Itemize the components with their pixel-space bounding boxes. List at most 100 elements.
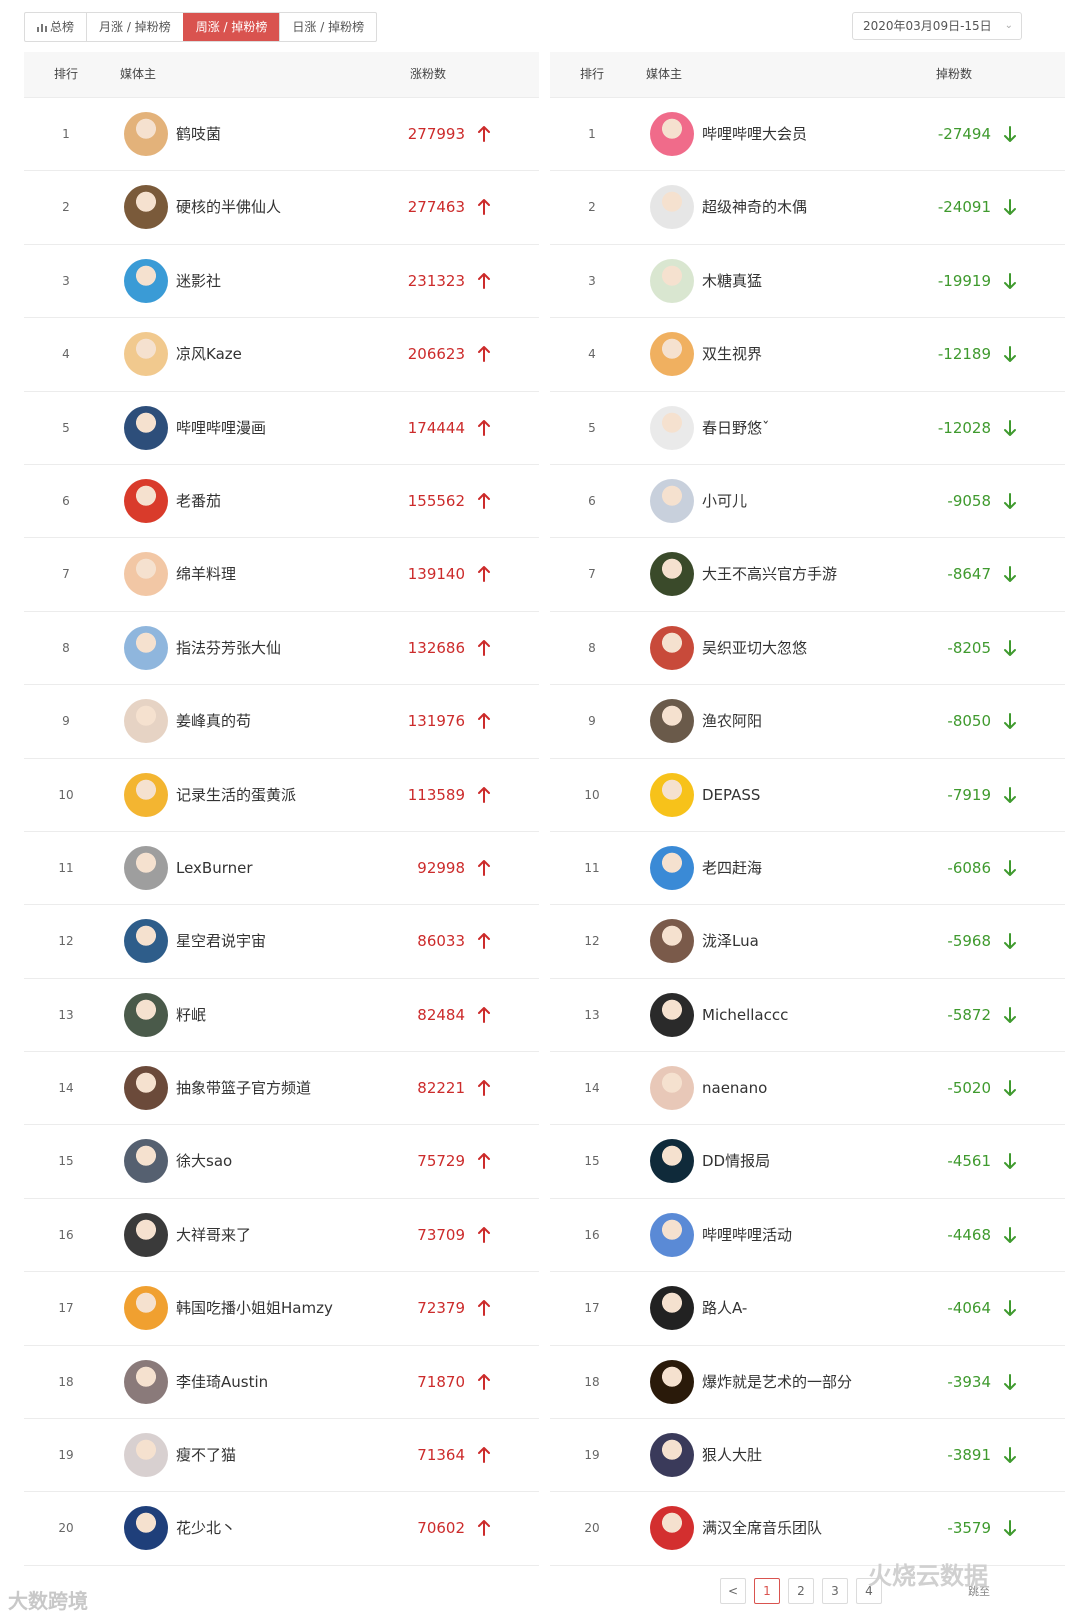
creator-name[interactable]: 泷泽Lua bbox=[702, 905, 759, 977]
table-row[interactable]: 14 抽象带篮子官方频道 82221 bbox=[24, 1052, 539, 1126]
creator-name[interactable]: 凉风Kaze bbox=[176, 318, 242, 390]
table-row[interactable]: 4 双生视界 -12189 bbox=[550, 318, 1065, 392]
table-row[interactable]: 13 Michellaccc -5872 bbox=[550, 979, 1065, 1053]
avatar[interactable] bbox=[124, 1433, 168, 1478]
table-row[interactable]: 18 李佳琦Austin 71870 bbox=[24, 1346, 539, 1420]
avatar[interactable] bbox=[650, 1212, 694, 1257]
table-row[interactable]: 14 naenano -5020 bbox=[550, 1052, 1065, 1126]
creator-name[interactable]: 记录生活的蛋黄派 bbox=[176, 759, 296, 831]
creator-name[interactable]: 李佳琦Austin bbox=[176, 1346, 268, 1418]
table-row[interactable]: 12 星空君说宇宙 86033 bbox=[24, 905, 539, 979]
creator-name[interactable]: 星空君说宇宙 bbox=[176, 905, 266, 977]
avatar[interactable] bbox=[650, 552, 694, 597]
table-row[interactable]: 11 老四赶海 -6086 bbox=[550, 832, 1065, 906]
table-row[interactable]: 13 籽岷 82484 bbox=[24, 979, 539, 1053]
creator-name[interactable]: 硬核的半佛仙人 bbox=[176, 171, 281, 243]
table-row[interactable]: 19 狠人大肚 -3891 bbox=[550, 1419, 1065, 1493]
table-row[interactable]: 3 木糖真猛 -19919 bbox=[550, 245, 1065, 319]
avatar[interactable] bbox=[124, 1506, 168, 1551]
creator-name[interactable]: 籽岷 bbox=[176, 979, 206, 1051]
avatar[interactable] bbox=[650, 845, 694, 890]
page-button[interactable]: 2 bbox=[788, 1578, 814, 1604]
avatar[interactable] bbox=[124, 845, 168, 890]
table-row[interactable]: 15 DD情报局 -4561 bbox=[550, 1125, 1065, 1199]
table-row[interactable]: 7 绵羊料理 139140 bbox=[24, 538, 539, 612]
creator-name[interactable]: 哔哩哔哩漫画 bbox=[176, 392, 266, 464]
avatar[interactable] bbox=[650, 112, 694, 156]
table-row[interactable]: 9 渔农阿阳 -8050 bbox=[550, 685, 1065, 759]
avatar[interactable] bbox=[650, 1139, 694, 1184]
creator-name[interactable]: 木糖真猛 bbox=[702, 245, 762, 317]
table-row[interactable]: 18 爆炸就是艺术的一部分 -3934 bbox=[550, 1346, 1065, 1420]
table-row[interactable]: 10 记录生活的蛋黄派 113589 bbox=[24, 759, 539, 832]
table-row[interactable]: 8 吴织亚切大忽悠 -8205 bbox=[550, 612, 1065, 686]
avatar[interactable] bbox=[124, 185, 168, 230]
avatar[interactable] bbox=[124, 112, 168, 156]
avatar[interactable] bbox=[124, 1139, 168, 1184]
avatar[interactable] bbox=[124, 478, 168, 523]
creator-name[interactable]: 哔哩哔哩活动 bbox=[702, 1199, 792, 1271]
tab-total[interactable]: 总榜 bbox=[25, 13, 86, 41]
avatar[interactable] bbox=[124, 1359, 168, 1404]
creator-name[interactable]: 老番茄 bbox=[176, 465, 221, 537]
creator-name[interactable]: 老四赶海 bbox=[702, 832, 762, 904]
creator-name[interactable]: DEPASS bbox=[702, 759, 760, 831]
avatar[interactable] bbox=[124, 919, 168, 964]
page-button[interactable]: 1 bbox=[754, 1578, 780, 1604]
tab-monthly[interactable]: 月涨 / 掉粉榜 bbox=[86, 13, 183, 41]
creator-name[interactable]: 爆炸就是艺术的一部分 bbox=[702, 1346, 852, 1418]
creator-name[interactable]: 大王不高兴官方手游 bbox=[702, 538, 837, 610]
table-row[interactable]: 11 LexBurner 92998 bbox=[24, 832, 539, 906]
prev-page-button[interactable]: < bbox=[720, 1578, 746, 1604]
avatar[interactable] bbox=[124, 1286, 168, 1331]
creator-name[interactable]: 哔哩哔哩大会员 bbox=[702, 98, 807, 170]
avatar[interactable] bbox=[124, 405, 168, 450]
table-row[interactable]: 6 老番茄 155562 bbox=[24, 465, 539, 539]
table-row[interactable]: 1 鹤吱菌 277993 bbox=[24, 98, 539, 172]
creator-name[interactable]: 渔农阿阳 bbox=[702, 685, 762, 757]
avatar[interactable] bbox=[650, 332, 694, 377]
creator-name[interactable]: 小可儿 bbox=[702, 465, 747, 537]
creator-name[interactable]: 大祥哥来了 bbox=[176, 1199, 251, 1271]
avatar[interactable] bbox=[650, 185, 694, 230]
avatar[interactable] bbox=[650, 1286, 694, 1331]
creator-name[interactable]: 绵羊料理 bbox=[176, 538, 236, 610]
date-range-select[interactable]: 2020年03月09日-15日 ⌄ bbox=[852, 12, 1022, 40]
avatar[interactable] bbox=[650, 478, 694, 523]
page-button[interactable]: 3 bbox=[822, 1578, 848, 1604]
avatar[interactable] bbox=[124, 332, 168, 377]
table-row[interactable]: 16 哔哩哔哩活动 -4468 bbox=[550, 1199, 1065, 1273]
creator-name[interactable]: 迷影社 bbox=[176, 245, 221, 317]
table-row[interactable]: 19 瘦不了猫 71364 bbox=[24, 1419, 539, 1493]
table-row[interactable]: 8 指法芬芳张大仙 132686 bbox=[24, 612, 539, 686]
table-row[interactable]: 20 花少北丶 70602 bbox=[24, 1492, 539, 1566]
avatar[interactable] bbox=[124, 1066, 168, 1111]
creator-name[interactable]: 指法芬芳张大仙 bbox=[176, 612, 281, 684]
creator-name[interactable]: 韩国吃播小姐姐Hamzy bbox=[176, 1272, 333, 1344]
creator-name[interactable]: 超级神奇的木偶 bbox=[702, 171, 807, 243]
creator-name[interactable]: 路人A- bbox=[702, 1272, 747, 1344]
table-row[interactable]: 5 哔哩哔哩漫画 174444 bbox=[24, 392, 539, 465]
creator-name[interactable]: 瘦不了猫 bbox=[176, 1419, 236, 1491]
table-row[interactable]: 3 迷影社 231323 bbox=[24, 245, 539, 319]
creator-name[interactable]: Michellaccc bbox=[702, 979, 788, 1051]
avatar[interactable] bbox=[650, 699, 694, 744]
table-row[interactable]: 10 DEPASS -7919 bbox=[550, 759, 1065, 832]
avatar[interactable] bbox=[124, 1212, 168, 1257]
avatar[interactable] bbox=[124, 625, 168, 670]
creator-name[interactable]: 吴织亚切大忽悠 bbox=[702, 612, 807, 684]
avatar[interactable] bbox=[124, 258, 168, 303]
tab-weekly[interactable]: 周涨 / 掉粉榜 bbox=[182, 13, 280, 41]
table-row[interactable]: 4 凉风Kaze 206623 bbox=[24, 318, 539, 392]
creator-name[interactable]: 狠人大肚 bbox=[702, 1419, 762, 1491]
table-row[interactable]: 9 姜峰真的苟 131976 bbox=[24, 685, 539, 759]
table-row[interactable]: 7 大王不高兴官方手游 -8647 bbox=[550, 538, 1065, 612]
avatar[interactable] bbox=[124, 699, 168, 744]
creator-name[interactable]: 鹤吱菌 bbox=[176, 98, 221, 170]
avatar[interactable] bbox=[650, 919, 694, 964]
table-row[interactable]: 12 泷泽Lua -5968 bbox=[550, 905, 1065, 979]
avatar[interactable] bbox=[124, 772, 168, 817]
avatar[interactable] bbox=[124, 552, 168, 597]
creator-name[interactable]: 双生视界 bbox=[702, 318, 762, 390]
table-row[interactable]: 15 徐大sao 75729 bbox=[24, 1125, 539, 1199]
